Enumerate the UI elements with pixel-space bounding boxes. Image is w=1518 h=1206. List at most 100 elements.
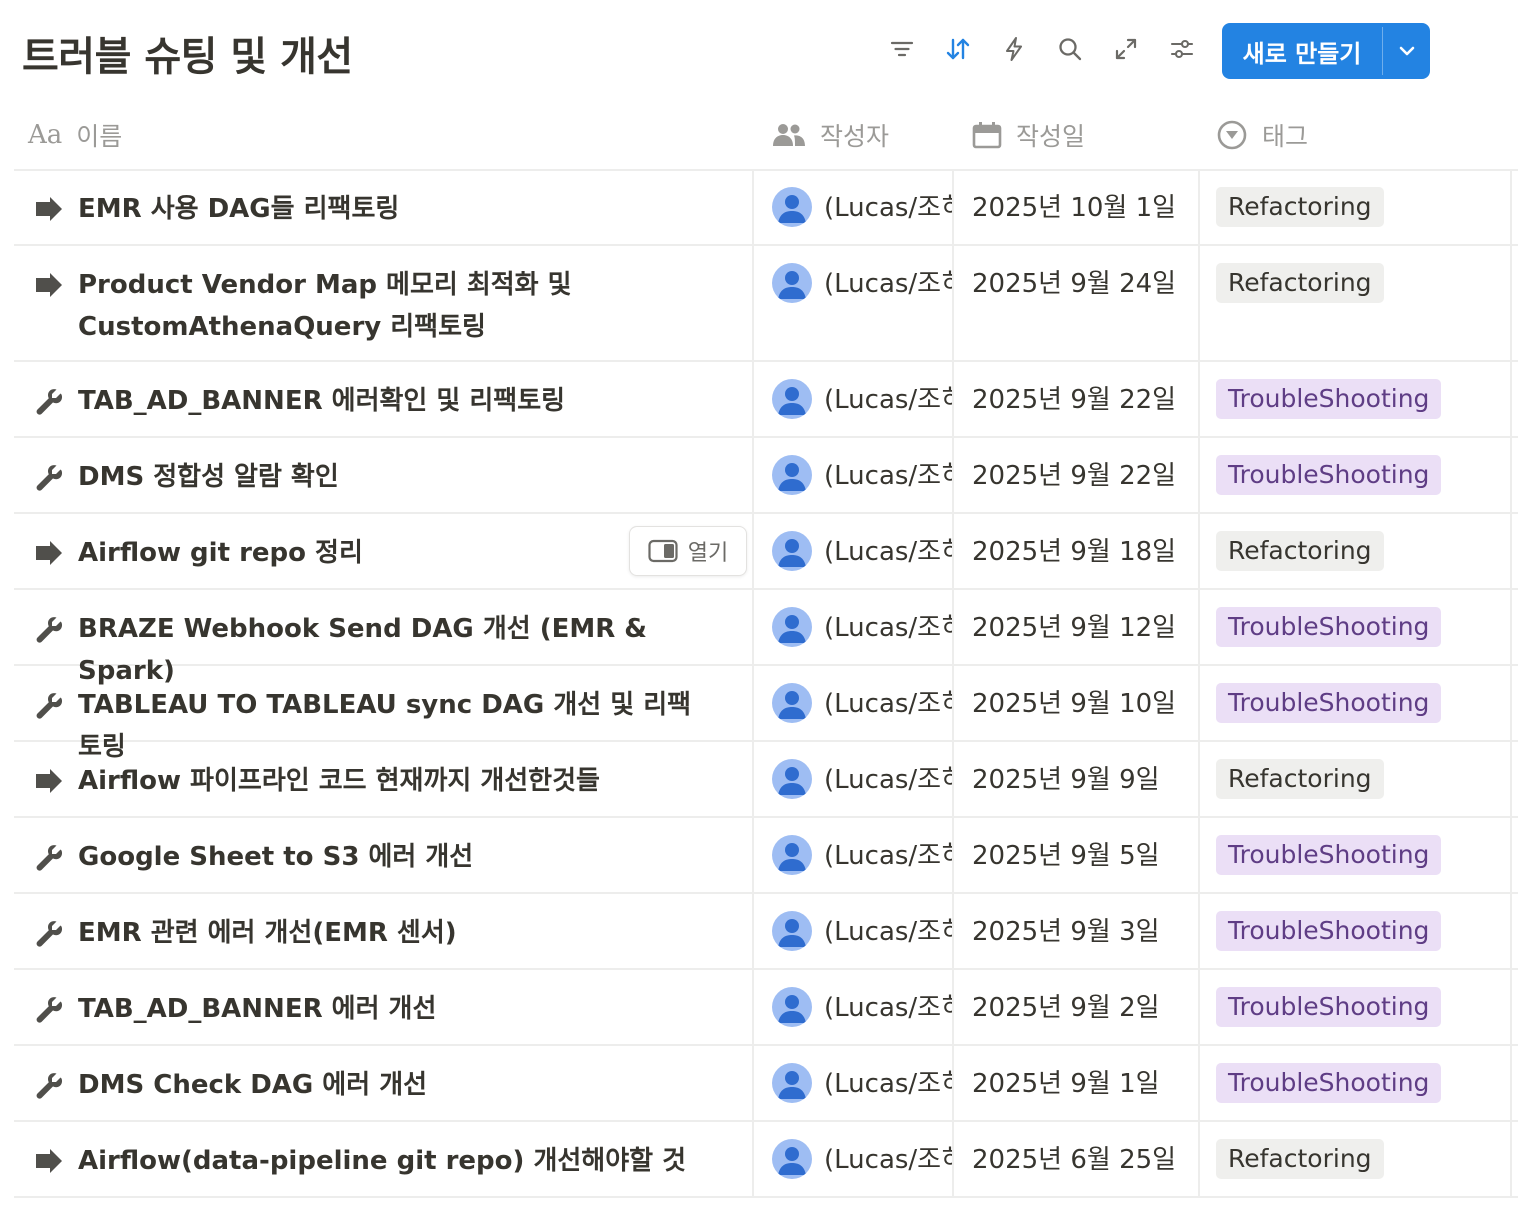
avatar	[772, 1063, 812, 1103]
row-title[interactable]: Airflow git repo 정리	[78, 532, 698, 574]
cell-name[interactable]: TAB_AD_BANNER 에러확인 및 리팩토링	[14, 362, 754, 436]
cell-tag[interactable]: TroubleShooting	[1200, 666, 1512, 740]
sort-icon[interactable]	[942, 33, 974, 65]
table-row[interactable]: DMS Check DAG 에러 개선 (Lucas/조히 2025년 9월 1일 T…	[14, 1046, 1518, 1122]
cell-date[interactable]: 2025년 9월 5일	[956, 818, 1200, 892]
cell-name[interactable]: TAB_AD_BANNER 에러 개선	[14, 970, 754, 1044]
table-row[interactable]: TABLEAU TO TABLEAU sync DAG 개선 및 리팩토링 (Lu…	[14, 666, 1518, 762]
cell-date[interactable]: 2025년 9월 22일	[956, 438, 1200, 512]
new-button-group: 새로 만들기	[1222, 23, 1430, 79]
tag-badge: TroubleShooting	[1216, 835, 1442, 875]
date-text: 2025년 9월 5일	[972, 841, 1160, 871]
cell-name[interactable]: Google Sheet to S3 에러 개선	[14, 818, 754, 892]
date-text: 2025년 9월 18일	[972, 537, 1177, 567]
cell-name[interactable]: Airflow 파이프라인 코드 현재까지 개선한것들	[14, 742, 754, 816]
cell-date[interactable]: 2025년 9월 2일	[956, 970, 1200, 1044]
open-button[interactable]: 열기	[629, 526, 747, 576]
row-title[interactable]: Airflow(data-pipeline git repo) 개선해야할 것	[78, 1140, 698, 1182]
select-icon	[1216, 119, 1248, 151]
column-header-date[interactable]: 작성일	[972, 110, 1085, 160]
cell-author[interactable]: (Lucas/조히	[756, 590, 954, 664]
column-header-name[interactable]: Aa 이름	[28, 110, 122, 160]
cell-tag[interactable]: TroubleShooting	[1200, 818, 1512, 892]
cell-date[interactable]: 2025년 9월 24일	[956, 246, 1200, 360]
cell-name[interactable]: Airflow(data-pipeline git repo) 개선해야할 것	[14, 1122, 754, 1196]
search-icon[interactable]	[1054, 33, 1086, 65]
filter-icon[interactable]	[886, 33, 918, 65]
row-title[interactable]: DMS Check DAG 에러 개선	[78, 1064, 698, 1106]
cell-name[interactable]: DMS 정합성 알람 확인	[14, 438, 754, 512]
cell-author[interactable]: (Lucas/조히	[756, 818, 954, 892]
table-row[interactable]: Airflow(data-pipeline git repo) 개선해야할 것 (…	[14, 1122, 1518, 1198]
table-row[interactable]: EMR 사용 DAG들 리팩토링 (Lucas/조히 2025년 10월 1일 Ref…	[14, 170, 1518, 246]
cell-tag[interactable]: TroubleShooting	[1200, 970, 1512, 1044]
table-row[interactable]: Airflow 파이프라인 코드 현재까지 개선한것들 (Lucas/조히 2025…	[14, 742, 1518, 818]
row-title[interactable]: TAB_AD_BANNER 에러 개선	[78, 988, 698, 1030]
cell-author[interactable]: (Lucas/조히	[756, 970, 954, 1044]
automation-icon[interactable]	[998, 33, 1030, 65]
cell-tag[interactable]: Refactoring	[1200, 1122, 1512, 1196]
cell-date[interactable]: 2025년 9월 12일	[956, 590, 1200, 664]
row-title[interactable]: TAB_AD_BANNER 에러확인 및 리팩토링	[78, 380, 698, 422]
cell-tag[interactable]: TroubleShooting	[1200, 362, 1512, 436]
table-row[interactable]: EMR 관련 에러 개선(EMR 센서) (Lucas/조히 2025년 9월 3일…	[14, 894, 1518, 970]
cell-date[interactable]: 2025년 10월 1일	[956, 170, 1200, 244]
settings-icon[interactable]	[1166, 33, 1198, 65]
avatar	[772, 911, 812, 951]
cell-author[interactable]: (Lucas/조히	[756, 170, 954, 244]
expand-icon[interactable]	[1110, 33, 1142, 65]
table-row[interactable]: Airflow git repo 정리 열기 (Lucas/조히 2025년 9월 1…	[14, 514, 1518, 590]
cell-tag[interactable]: TroubleShooting	[1200, 438, 1512, 512]
cell-name[interactable]: EMR 사용 DAG들 리팩토링	[14, 170, 754, 244]
row-title[interactable]: DMS 정합성 알람 확인	[78, 456, 698, 498]
cell-date[interactable]: 2025년 9월 3일	[956, 894, 1200, 968]
cell-date[interactable]: 2025년 6월 25일	[956, 1122, 1200, 1196]
table-row[interactable]: Google Sheet to S3 에러 개선 (Lucas/조히 2025년 9…	[14, 818, 1518, 894]
cell-author[interactable]: (Lucas/조히	[756, 362, 954, 436]
cell-author[interactable]: (Lucas/조히	[756, 894, 954, 968]
cell-tag[interactable]: TroubleShooting	[1200, 1046, 1512, 1120]
row-title[interactable]: Google Sheet to S3 에러 개선	[78, 836, 698, 878]
cell-author[interactable]: (Lucas/조히	[756, 1046, 954, 1120]
cell-tag[interactable]: Refactoring	[1200, 514, 1512, 588]
cell-author[interactable]: (Lucas/조히	[756, 666, 954, 740]
table-row[interactable]: Product Vendor Map 메모리 최적화 및 CustomAthen…	[14, 246, 1518, 362]
column-header-author[interactable]: 작성자	[772, 110, 889, 160]
cell-author[interactable]: (Lucas/조히	[756, 742, 954, 816]
cell-name[interactable]: BRAZE Webhook Send DAG 개선 (EMR & Spark)	[14, 590, 754, 686]
cell-date[interactable]: 2025년 9월 22일	[956, 362, 1200, 436]
cell-author[interactable]: (Lucas/조히	[756, 514, 954, 588]
cell-name[interactable]: Airflow git repo 정리 열기	[14, 514, 754, 588]
cell-date[interactable]: 2025년 9월 18일	[956, 514, 1200, 588]
tag-badge: TroubleShooting	[1216, 911, 1442, 951]
cell-author[interactable]: (Lucas/조히	[756, 438, 954, 512]
cell-date[interactable]: 2025년 9월 10일	[956, 666, 1200, 740]
row-title[interactable]: Airflow 파이프라인 코드 현재까지 개선한것들	[78, 760, 698, 802]
cell-date[interactable]: 2025년 9월 1일	[956, 1046, 1200, 1120]
cell-tag[interactable]: Refactoring	[1200, 170, 1512, 244]
new-button[interactable]: 새로 만들기	[1222, 23, 1382, 79]
row-title[interactable]: Product Vendor Map 메모리 최적화 및 CustomAthen…	[78, 264, 698, 348]
page-header: 트러블 슈팅 및 개선 새로 만들기	[0, 0, 1518, 100]
table-row[interactable]: TAB_AD_BANNER 에러 개선 (Lucas/조히 2025년 9월 2일 T…	[14, 970, 1518, 1046]
table-row[interactable]: BRAZE Webhook Send DAG 개선 (EMR & Spark) (…	[14, 590, 1518, 686]
row-title[interactable]: EMR 사용 DAG들 리팩토링	[78, 188, 698, 230]
cell-date[interactable]: 2025년 9월 9일	[956, 742, 1200, 816]
date-text: 2025년 9월 22일	[972, 385, 1177, 415]
cell-name[interactable]: TABLEAU TO TABLEAU sync DAG 개선 및 리팩토링	[14, 666, 754, 762]
column-label-tag: 태그	[1262, 122, 1309, 151]
cell-name[interactable]: Product Vendor Map 메모리 최적화 및 CustomAthen…	[14, 246, 754, 360]
table-row[interactable]: DMS 정합성 알람 확인 (Lucas/조히 2025년 9월 22일 Troubl…	[14, 438, 1518, 514]
cell-tag[interactable]: Refactoring	[1200, 742, 1512, 816]
table-row[interactable]: TAB_AD_BANNER 에러확인 및 리팩토링 (Lucas/조히 2025년 …	[14, 362, 1518, 438]
cell-name[interactable]: DMS Check DAG 에러 개선	[14, 1046, 754, 1120]
cell-author[interactable]: (Lucas/조히	[756, 1122, 954, 1196]
cell-name[interactable]: EMR 관련 에러 개선(EMR 센서)	[14, 894, 754, 968]
chevron-down-icon[interactable]	[1383, 23, 1430, 79]
cell-author[interactable]: (Lucas/조히	[756, 246, 954, 360]
cell-tag[interactable]: TroubleShooting	[1200, 590, 1512, 664]
cell-tag[interactable]: Refactoring	[1200, 246, 1512, 360]
cell-tag[interactable]: TroubleShooting	[1200, 894, 1512, 968]
row-title[interactable]: EMR 관련 에러 개선(EMR 센서)	[78, 912, 698, 954]
column-header-tag[interactable]: 태그	[1216, 110, 1308, 160]
